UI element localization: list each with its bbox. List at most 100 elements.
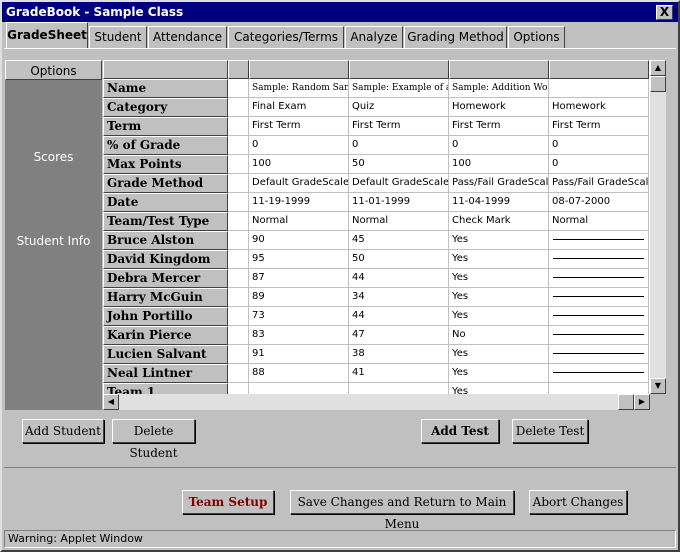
grade-cell[interactable]: 50 — [349, 250, 449, 269]
grade-cell[interactable] — [549, 79, 649, 98]
grade-cell[interactable]: 34 — [349, 288, 449, 307]
row-header[interactable]: Team/Test Type — [103, 212, 228, 231]
grade-cell[interactable]: 0 — [549, 136, 649, 155]
row-header[interactable]: Category — [103, 98, 228, 117]
grade-cell[interactable] — [549, 288, 649, 307]
grade-cell[interactable]: Yes — [449, 269, 549, 288]
grade-cell[interactable]: Homework — [449, 98, 549, 117]
abort-changes-button[interactable]: Abort Changes — [529, 490, 627, 514]
add-test-button[interactable]: Add Test — [421, 419, 499, 443]
grade-cell[interactable]: 90 — [249, 231, 349, 250]
grade-cell[interactable]: 11-04-1999 — [449, 193, 549, 212]
grade-cell[interactable]: Pass/Fail GradeScale — [549, 174, 649, 193]
grade-cell[interactable] — [249, 383, 349, 394]
grade-cell[interactable]: First Term — [249, 117, 349, 136]
row-header[interactable]: Grade Method — [103, 174, 228, 193]
grade-cell[interactable]: Yes — [449, 383, 549, 394]
tab-categories-terms[interactable]: Categories/Terms — [228, 26, 344, 48]
grade-cell[interactable]: 41 — [349, 364, 449, 383]
horizontal-scrollbar[interactable]: ◀ ▶ — [103, 394, 650, 410]
grade-cell[interactable]: Yes — [449, 307, 549, 326]
horizontal-scroll-thumb[interactable] — [618, 394, 634, 410]
grade-cell[interactable]: Yes — [449, 288, 549, 307]
row-header[interactable]: Term — [103, 117, 228, 136]
grade-cell[interactable] — [549, 345, 649, 364]
column-header[interactable] — [549, 60, 649, 79]
row-header[interactable]: % of Grade — [103, 136, 228, 155]
grade-cell[interactable]: No — [449, 326, 549, 345]
grade-cell[interactable]: 44 — [349, 307, 449, 326]
row-header[interactable]: Name — [103, 79, 228, 98]
grade-cell[interactable] — [549, 231, 649, 250]
grade-cell[interactable]: 45 — [349, 231, 449, 250]
grade-cell[interactable]: Final Exam — [249, 98, 349, 117]
grade-cell[interactable]: 47 — [349, 326, 449, 345]
grade-cell[interactable] — [549, 383, 649, 394]
column-header[interactable] — [349, 60, 449, 79]
grade-cell[interactable]: First Term — [449, 117, 549, 136]
tab-attendance[interactable]: Attendance — [148, 26, 227, 48]
save-return-button[interactable]: Save Changes and Return to Main Menu — [290, 490, 514, 531]
grade-cell[interactable]: 0 — [549, 155, 649, 174]
team-setup-button[interactable]: Team Setup — [182, 490, 274, 514]
grade-cell[interactable]: Pass/Fail GradeScale — [449, 174, 549, 193]
grade-cell[interactable]: 87 — [249, 269, 349, 288]
tab-gradesheet[interactable]: GradeSheet — [6, 22, 88, 48]
grade-cell[interactable]: 0 — [449, 136, 549, 155]
grade-cell[interactable]: Normal — [249, 212, 349, 231]
grade-cell[interactable]: 88 — [249, 364, 349, 383]
tab-grading-method[interactable]: Grading Method — [404, 26, 507, 48]
grade-cell[interactable]: 95 — [249, 250, 349, 269]
grade-cell[interactable]: Default GradeScale — [349, 174, 449, 193]
grade-cell[interactable]: Yes — [449, 250, 549, 269]
scroll-up-icon[interactable]: ▲ — [650, 60, 666, 76]
tab-options[interactable]: Options — [508, 26, 565, 48]
grade-cell[interactable]: Sample: Addition Work — [449, 79, 549, 98]
grade-cell[interactable]: 44 — [349, 269, 449, 288]
grade-cell[interactable]: 100 — [449, 155, 549, 174]
grade-cell[interactable]: 83 — [249, 326, 349, 345]
grade-cell[interactable] — [549, 307, 649, 326]
tab-student[interactable]: Student — [89, 26, 147, 48]
grade-cell[interactable]: Normal — [349, 212, 449, 231]
grade-cell[interactable]: First Term — [549, 117, 649, 136]
grade-cell[interactable] — [549, 269, 649, 288]
grade-cell[interactable]: Check Mark — [449, 212, 549, 231]
student-row-header[interactable]: John Portillo — [103, 307, 228, 326]
grade-cell[interactable]: 100 — [249, 155, 349, 174]
grade-cell[interactable]: 11-19-1999 — [249, 193, 349, 212]
grade-cell[interactable]: Yes — [449, 231, 549, 250]
grade-cell[interactable] — [549, 364, 649, 383]
scroll-left-icon[interactable]: ◀ — [103, 394, 119, 410]
grade-cell[interactable]: 11-01-1999 — [349, 193, 449, 212]
delete-student-button[interactable]: Delete Student — [112, 419, 195, 460]
grade-cell[interactable]: 38 — [349, 345, 449, 364]
grade-cell[interactable]: Default GradeScale — [249, 174, 349, 193]
student-row-header[interactable]: Debra Mercer — [103, 269, 228, 288]
scroll-down-icon[interactable]: ▼ — [650, 378, 666, 394]
student-row-header[interactable]: David Kingdom — [103, 250, 228, 269]
column-header[interactable] — [249, 60, 349, 79]
grade-cell[interactable] — [549, 326, 649, 345]
row-header[interactable]: Max Points — [103, 155, 228, 174]
student-row-header[interactable]: Neal Lintner — [103, 364, 228, 383]
scroll-right-icon[interactable]: ▶ — [634, 394, 650, 410]
grade-cell[interactable]: Homework — [549, 98, 649, 117]
grade-cell[interactable]: 0 — [349, 136, 449, 155]
grade-cell[interactable]: 91 — [249, 345, 349, 364]
student-row-header[interactable]: Bruce Alston — [103, 231, 228, 250]
delete-test-button[interactable]: Delete Test — [512, 419, 588, 443]
column-header[interactable] — [449, 60, 549, 79]
student-row-header[interactable]: Team 1 — [103, 383, 228, 394]
grade-cell[interactable] — [349, 383, 449, 394]
vertical-scroll-thumb[interactable] — [650, 76, 666, 92]
vertical-scrollbar[interactable]: ▲ ▼ — [650, 60, 666, 394]
grade-cell[interactable]: First Term — [349, 117, 449, 136]
grade-cell[interactable]: 50 — [349, 155, 449, 174]
grade-cell[interactable]: Sample: Random Samp — [249, 79, 349, 98]
grade-cell[interactable]: 0 — [249, 136, 349, 155]
grade-cell[interactable]: 73 — [249, 307, 349, 326]
student-row-header[interactable]: Harry McGuin — [103, 288, 228, 307]
add-student-button[interactable]: Add Student — [22, 419, 104, 443]
grade-cell[interactable]: 08-07-2000 — [549, 193, 649, 212]
